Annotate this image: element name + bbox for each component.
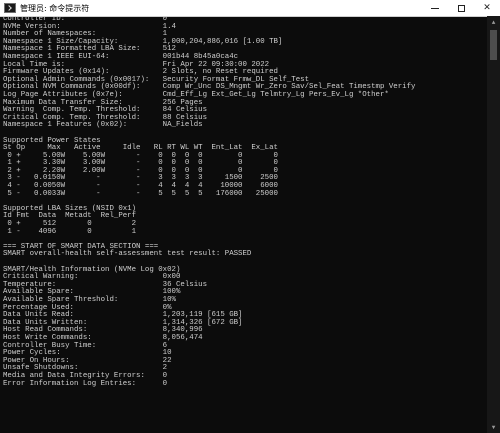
console-line: 1 - 4096 0 1 — [3, 227, 137, 236]
command-prompt-window: 管理员: 命令提示符 Controller ID: 0 NVMe Version… — [0, 0, 500, 433]
console-line: SMART overall-health self-assessment tes… — [3, 250, 252, 259]
title-bar[interactable]: 管理员: 命令提示符 — [0, 0, 500, 17]
close-button[interactable] — [474, 0, 500, 16]
scroll-down-arrow-icon[interactable]: ▼ — [487, 422, 500, 432]
scroll-thumb[interactable] — [490, 30, 497, 60]
console-line: 5 - 0.0033W - - 5 5 5 5 176000 25000 — [3, 189, 278, 198]
console-line: Namespace 1 Features (0x02): NA_Fields — [3, 121, 203, 130]
scroll-up-arrow-icon[interactable]: ▲ — [487, 17, 500, 27]
window-title: 管理员: 命令提示符 — [20, 3, 90, 13]
maximize-button[interactable] — [448, 0, 474, 16]
vertical-scrollbar[interactable]: ▲ ▼ — [487, 16, 500, 433]
window-controls — [422, 0, 500, 16]
console-line: Error Information Log Entries: 0 — [3, 379, 168, 388]
minimize-button[interactable] — [422, 0, 448, 16]
console-output[interactable]: Controller ID: 0 NVMe Version: 1.4 Numbe… — [3, 16, 486, 433]
terminal-icon — [4, 3, 16, 13]
console-text: Controller ID: 0 NVMe Version: 1.4 Numbe… — [3, 16, 486, 388]
